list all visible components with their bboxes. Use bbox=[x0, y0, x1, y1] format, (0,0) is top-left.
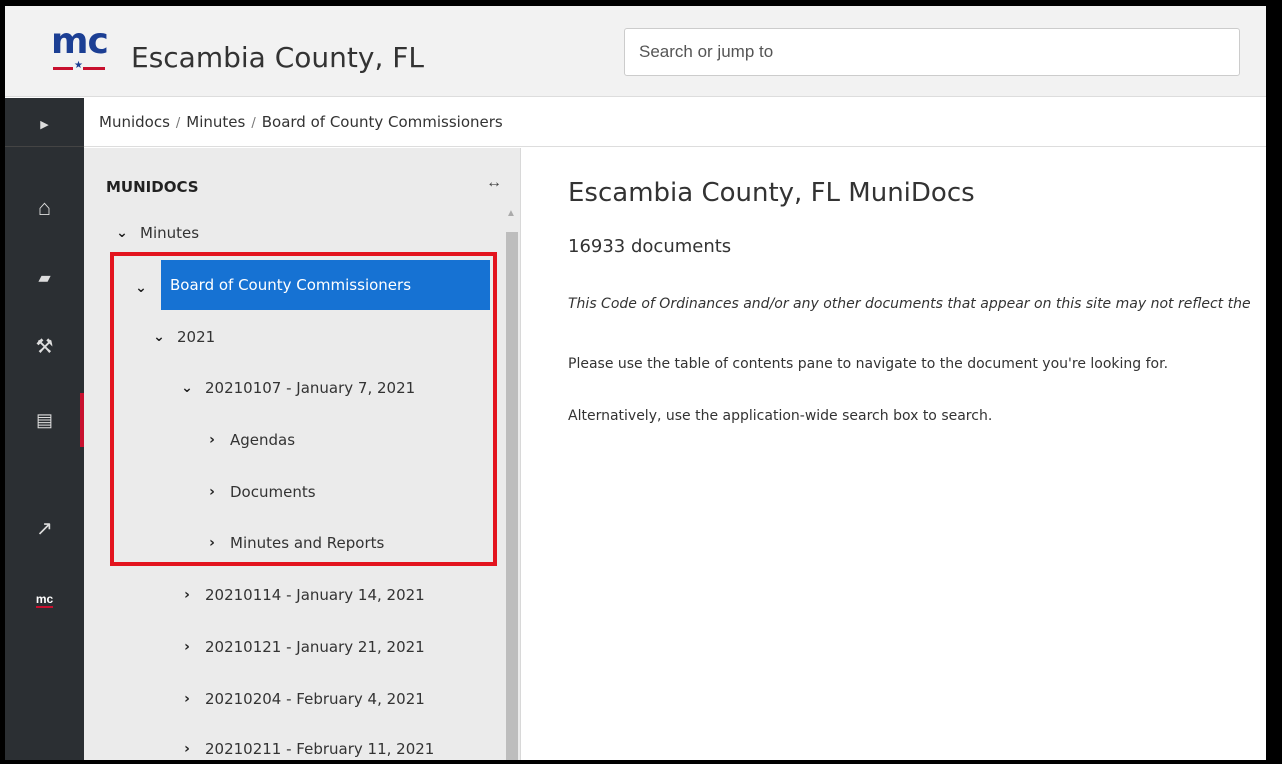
tree-node-20210211[interactable]: › 20210211 - February 11, 2021 bbox=[179, 734, 435, 760]
gavel-icon: ⚒ bbox=[35, 335, 54, 358]
tree-label: 20210204 - February 4, 2021 bbox=[205, 690, 425, 708]
document-icon: ▤ bbox=[35, 409, 53, 430]
annotation-highlight-box bbox=[110, 252, 497, 566]
main-content: Escambia County, FL MuniDocs 16933 docum… bbox=[522, 148, 1276, 760]
scroll-thumb[interactable] bbox=[506, 232, 518, 760]
breadcrumb-separator: / bbox=[251, 116, 256, 131]
tree-label: 20210121 - January 21, 2021 bbox=[205, 638, 425, 656]
external-link-icon: ↗ bbox=[36, 517, 53, 540]
external-link-button[interactable]: ↗ bbox=[5, 502, 84, 554]
left-rail: ▶ ⌂ ▰ ⚒ ▤ ↗ mc bbox=[5, 98, 84, 760]
rail-divider bbox=[5, 146, 84, 147]
help-text-search: Alternatively, use the application-wide … bbox=[568, 408, 993, 424]
chevron-right-icon: ▶ bbox=[40, 118, 49, 131]
breadcrumb-board[interactable]: Board of County Commissioners bbox=[262, 113, 503, 131]
expand-chevron-icon[interactable]: ▶ bbox=[5, 98, 84, 150]
logo-red-bar-right bbox=[83, 67, 105, 70]
chevron-right-icon: › bbox=[184, 741, 190, 757]
tree-label: 20210114 - January 14, 2021 bbox=[205, 586, 425, 604]
munidocs-button[interactable]: ▤ bbox=[5, 393, 84, 447]
tree-label: 20210211 - February 11, 2021 bbox=[205, 740, 435, 758]
home-icon: ⌂ bbox=[37, 195, 52, 220]
chevron-down-icon: ⌄ bbox=[116, 225, 128, 241]
municode-home-button[interactable]: mc bbox=[5, 574, 84, 626]
tree-node-20210204[interactable]: › 20210204 - February 4, 2021 bbox=[179, 684, 425, 714]
ordinances-button[interactable]: ⚒ bbox=[5, 320, 84, 372]
chevron-right-icon: › bbox=[184, 639, 190, 655]
sidebar-scrollbar[interactable]: ▲ bbox=[504, 208, 518, 760]
municode-logo[interactable]: mc ★ bbox=[51, 21, 109, 80]
logo-star-icon: ★ bbox=[74, 60, 83, 71]
sidebar-title: MUNIDOCS bbox=[106, 178, 199, 196]
tree-node-20210121[interactable]: › 20210121 - January 21, 2021 bbox=[179, 632, 425, 662]
document-count: 16933 documents bbox=[568, 236, 732, 257]
resize-handle-icon[interactable]: ↔ bbox=[486, 174, 502, 192]
chevron-right-icon: › bbox=[184, 691, 190, 707]
tree-node-20210114[interactable]: › 20210114 - January 14, 2021 bbox=[179, 580, 425, 610]
mc-logo-icon: mc bbox=[35, 592, 54, 608]
help-text-toc: Please use the table of contents pane to… bbox=[568, 356, 1169, 372]
tree-node-minutes[interactable]: ⌄ Minutes bbox=[114, 218, 199, 248]
site-title[interactable]: Escambia County, FL bbox=[131, 42, 424, 74]
logo-text: mc bbox=[51, 21, 109, 62]
codes-button[interactable]: ▰ bbox=[5, 252, 84, 304]
breadcrumb: Munidocs / Minutes / Board of County Commiss… bbox=[84, 98, 1276, 147]
disclaimer-text: This Code of Ordinances and/or any other… bbox=[568, 296, 1251, 312]
page-title: Escambia County, FL MuniDocs bbox=[568, 178, 975, 208]
breadcrumb-separator: / bbox=[175, 116, 181, 131]
breadcrumb-munidocs[interactable]: Munidocs bbox=[99, 113, 170, 131]
app-window: mc ★ Escambia County, FL ▶ ⌂ ▰ ⚒ ▤ ↗ mc bbox=[0, 0, 1282, 764]
tree-label: Minutes bbox=[140, 224, 200, 242]
search-input[interactable] bbox=[624, 28, 1240, 76]
breadcrumb-minutes[interactable]: Minutes bbox=[186, 113, 245, 131]
logo-red-bar-left bbox=[53, 67, 73, 70]
scroll-up-icon[interactable]: ▲ bbox=[506, 208, 516, 219]
header: mc ★ Escambia County, FL bbox=[5, 6, 1276, 97]
home-button[interactable]: ⌂ bbox=[5, 182, 84, 234]
toc-sidebar: MUNIDOCS ↔ ▲ ⌄ Minutes ⌄ Board of County… bbox=[84, 148, 521, 760]
chevron-right-icon: › bbox=[184, 587, 190, 603]
book-icon: ▰ bbox=[38, 270, 51, 287]
